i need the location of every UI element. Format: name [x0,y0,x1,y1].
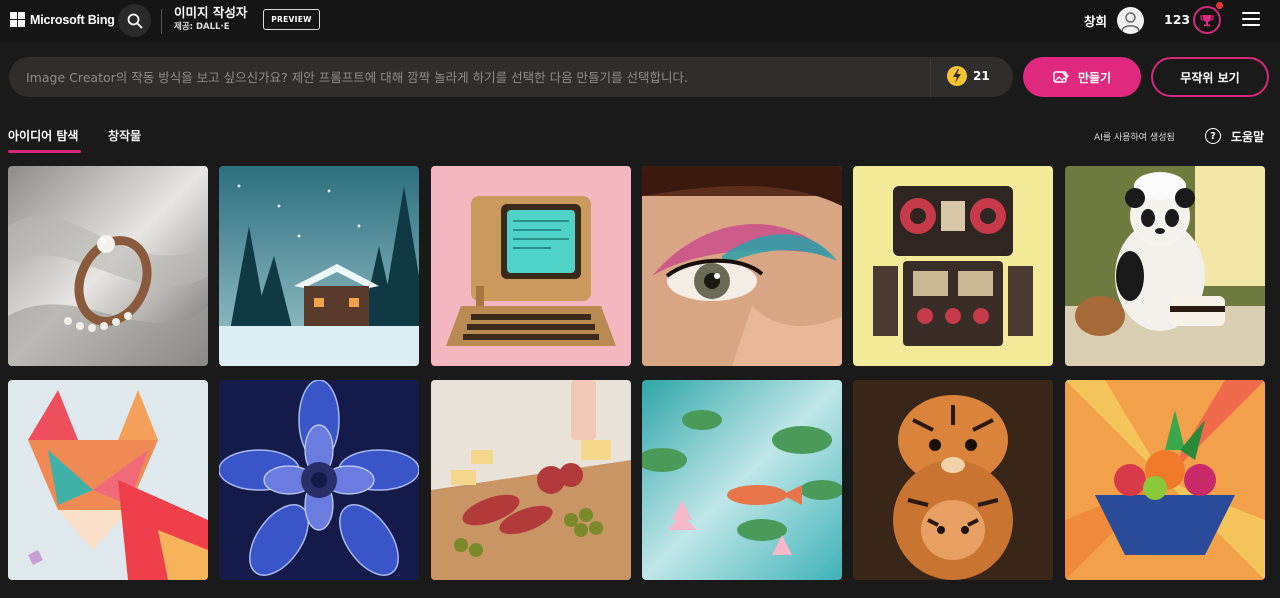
prompt-bar: 21 [9,57,1013,97]
rewards-points[interactable]: 123 [1164,12,1190,27]
provider-text: 제공: DALL·E [174,22,230,32]
surprise-me-button[interactable]: 무작위 보기 [1151,57,1269,97]
gallery-image-retro-computer[interactable] [431,166,631,366]
rewards-button[interactable] [1193,6,1221,34]
gallery-image-snowy-cabin[interactable] [219,166,419,366]
hamburger-menu-button[interactable] [1242,12,1260,26]
create-image-icon [1053,70,1069,83]
help-icon[interactable]: ? [1205,128,1221,144]
gallery-image-panda-chef[interactable] [1065,166,1265,366]
top-bar: Microsoft Bing 이미지 작성자 제공: DALL·E PREVIE… [0,0,1280,42]
gallery-image-tiger-figurines[interactable] [853,380,1053,580]
prompt-input[interactable] [26,57,926,97]
menu-line [1242,12,1260,14]
ai-generated-note: AI를 사용하여 생성됨 [1094,133,1175,143]
search-button[interactable] [118,4,151,37]
app-title: 이미지 작성자 [174,5,248,20]
boost-divider [930,57,931,97]
app-title-block: 이미지 작성자 제공: DALL·E [174,5,247,34]
menu-line [1242,18,1260,20]
trophy-icon [1200,15,1214,27]
notification-dot [1216,2,1223,9]
gallery-image-boombox-robot[interactable] [853,166,1053,366]
gallery-image-koi-pond[interactable] [642,380,842,580]
user-name[interactable]: 창희 [1084,11,1107,30]
create-label: 만들기 [1077,70,1112,85]
help-link[interactable]: 도움말 [1231,128,1264,145]
lightning-bolt-icon [947,66,967,86]
user-avatar[interactable] [1117,7,1144,34]
gallery-image-pearl-ring[interactable] [8,166,208,366]
gallery-image-blue-dahlia[interactable] [219,380,419,580]
tab-creations[interactable]: 창작물 [108,127,141,144]
menu-line [1242,24,1260,26]
tab-explore-ideas[interactable]: 아이디어 탐색 [8,127,78,144]
gallery-image-eye-makeup[interactable] [642,166,842,366]
bing-logo[interactable]: Microsoft Bing [10,12,115,27]
brand-text: Microsoft Bing [30,12,115,27]
preview-badge: PREVIEW [263,9,320,30]
gallery-image-fruit-bowl-art[interactable] [1065,380,1265,580]
create-button[interactable]: 만들기 [1023,57,1141,97]
gallery-image-paper-fox[interactable] [8,380,208,580]
gallery-image-charcuterie-board[interactable] [431,380,631,580]
avatar-icon [1121,12,1140,32]
header-divider [161,9,162,34]
microsoft-logo-icon [10,12,25,27]
active-tab-indicator [8,150,81,153]
search-icon [127,13,142,28]
boost-count: 21 [973,69,990,83]
boost-counter[interactable]: 21 [947,66,990,86]
